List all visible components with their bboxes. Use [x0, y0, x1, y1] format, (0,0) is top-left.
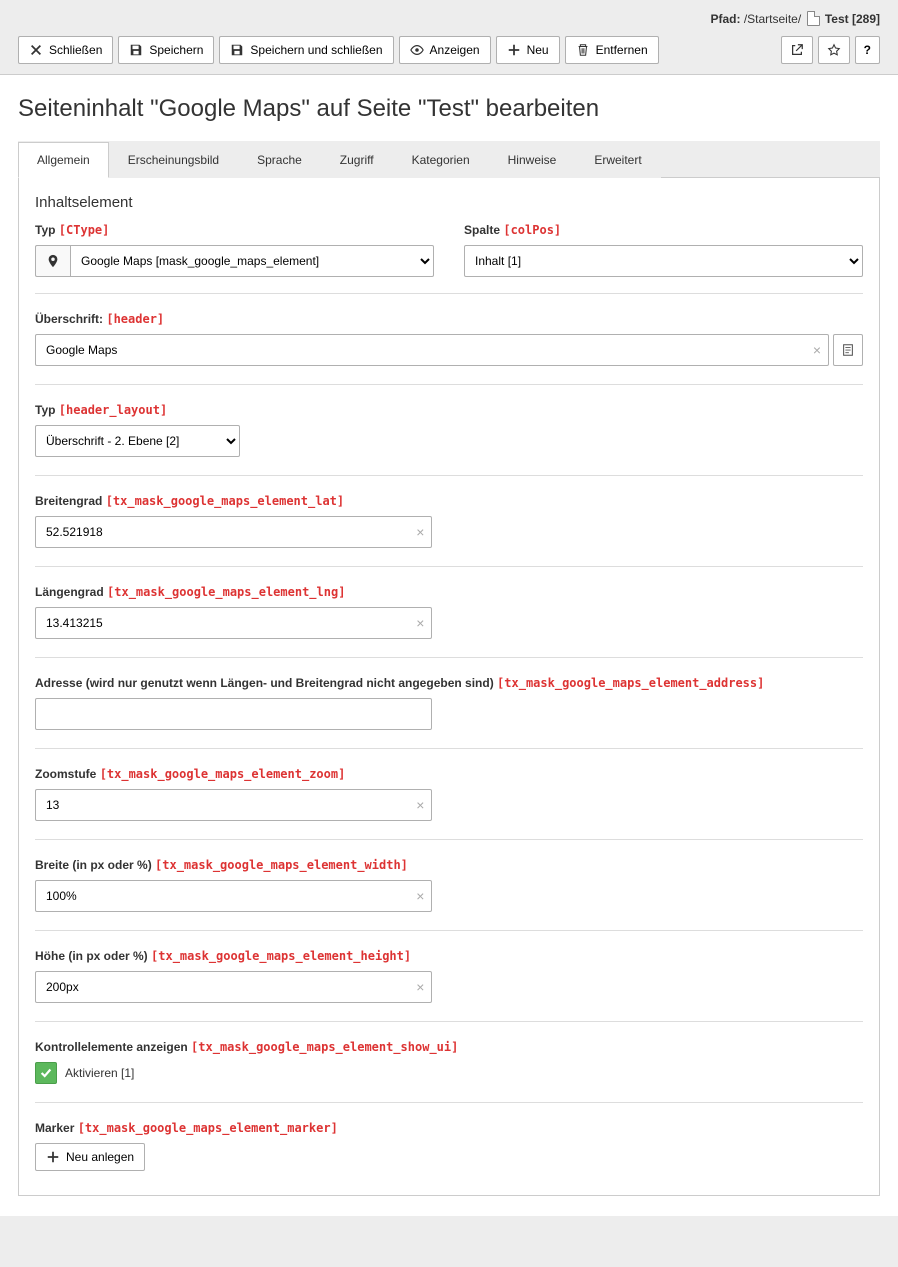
header-label: Überschrift: [header]: [35, 312, 863, 326]
delete-button-label: Entfernen: [596, 43, 648, 57]
view-button[interactable]: Anzeigen: [399, 36, 491, 64]
ctype-icon-prefix: [35, 245, 70, 277]
marker-icon: [46, 254, 60, 268]
lat-label: Breitengrad [tx_mask_google_maps_element…: [35, 494, 863, 508]
eye-icon: [410, 43, 424, 57]
header-layout-label: Typ [header_layout]: [35, 403, 863, 417]
path-label: Pfad:: [710, 12, 740, 26]
marker-new-button-label: Neu anlegen: [66, 1150, 134, 1164]
height-input[interactable]: [35, 971, 432, 1003]
tabs: Allgemein Erscheinungsbild Sprache Zugri…: [18, 141, 880, 178]
width-input[interactable]: [35, 880, 432, 912]
new-button-label: Neu: [527, 43, 549, 57]
zoom-input[interactable]: [35, 789, 432, 821]
save-button-label: Speichern: [149, 43, 203, 57]
check-icon: [39, 1066, 53, 1080]
width-label: Breite (in px oder %) [tx_mask_google_ma…: [35, 858, 863, 872]
bookmark-button[interactable]: [818, 36, 850, 64]
path-root-link[interactable]: /Startseite/: [744, 12, 801, 26]
lng-label: Längengrad [tx_mask_google_maps_element_…: [35, 585, 863, 599]
colpos-select[interactable]: Inhalt [1]: [464, 245, 863, 277]
tab-access[interactable]: Zugriff: [321, 142, 393, 178]
show-ui-checkbox-label: Aktivieren [1]: [65, 1066, 134, 1080]
show-ui-label: Kontrollelemente anzeigen [tx_mask_googl…: [35, 1040, 863, 1054]
star-icon: [827, 43, 841, 57]
show-ui-checkbox[interactable]: [35, 1062, 57, 1084]
view-button-label: Anzeigen: [430, 43, 480, 57]
breadcrumb-bar: Pfad: /Startseite/ Test [289]: [0, 0, 898, 32]
ctype-select[interactable]: Google Maps [mask_google_maps_element]: [70, 245, 434, 277]
tab-categories[interactable]: Kategorien: [393, 142, 489, 178]
close-button-label: Schließen: [49, 43, 102, 57]
save-close-button-label: Speichern und schließen: [250, 43, 382, 57]
clear-icon[interactable]: ×: [813, 342, 821, 358]
height-label: Höhe (in px oder %) [tx_mask_google_maps…: [35, 949, 863, 963]
plus-icon: [46, 1150, 60, 1164]
section-content-element: Inhaltselement: [35, 194, 863, 211]
document-icon: [841, 343, 855, 357]
page-title: Seiteninhalt "Google Maps" auf Seite "Te…: [18, 95, 880, 123]
tab-appearance[interactable]: Erscheinungsbild: [109, 142, 238, 178]
header-input[interactable]: [35, 334, 829, 366]
clear-icon[interactable]: ×: [416, 615, 424, 631]
page-icon: [807, 11, 820, 26]
path-page-title: Test [289]: [825, 12, 880, 26]
close-icon: [29, 43, 43, 57]
help-icon: ?: [864, 43, 871, 57]
zoom-label: Zoomstufe [tx_mask_google_maps_element_z…: [35, 767, 863, 781]
address-input[interactable]: [35, 698, 432, 730]
save-close-button[interactable]: Speichern und schließen: [219, 36, 393, 64]
colpos-label: Spalte [colPos]: [464, 223, 863, 237]
tab-language[interactable]: Sprache: [238, 142, 321, 178]
clear-icon[interactable]: ×: [416, 979, 424, 995]
save-icon: [129, 43, 143, 57]
clear-icon[interactable]: ×: [416, 524, 424, 540]
lat-input[interactable]: [35, 516, 432, 548]
clear-icon[interactable]: ×: [416, 797, 424, 813]
external-link-icon: [790, 43, 804, 57]
toolbar: Schließen Speichern Speichern und schlie…: [0, 32, 898, 75]
header-action-button[interactable]: [833, 334, 863, 366]
marker-label: Marker [tx_mask_google_maps_element_mark…: [35, 1121, 863, 1135]
header-layout-select[interactable]: Überschrift - 2. Ebene [2]: [35, 425, 240, 457]
marker-new-button[interactable]: Neu anlegen: [35, 1143, 145, 1171]
save-button[interactable]: Speichern: [118, 36, 214, 64]
tab-content-general: Inhaltselement Typ [CType] Google Maps […: [18, 178, 880, 1196]
new-button[interactable]: Neu: [496, 36, 560, 64]
open-external-button[interactable]: [781, 36, 813, 64]
tab-hints[interactable]: Hinweise: [489, 142, 576, 178]
help-button[interactable]: ?: [855, 36, 880, 64]
trash-icon: [576, 43, 590, 57]
lng-input[interactable]: [35, 607, 432, 639]
address-label: Adresse (wird nur genutzt wenn Längen- u…: [35, 676, 863, 690]
tab-extended[interactable]: Erweitert: [575, 142, 660, 178]
clear-icon[interactable]: ×: [416, 888, 424, 904]
ctype-label: Typ [CType]: [35, 223, 434, 237]
tab-general[interactable]: Allgemein: [18, 142, 109, 178]
delete-button[interactable]: Entfernen: [565, 36, 659, 64]
close-button[interactable]: Schließen: [18, 36, 113, 64]
plus-icon: [507, 43, 521, 57]
save-close-icon: [230, 43, 244, 57]
